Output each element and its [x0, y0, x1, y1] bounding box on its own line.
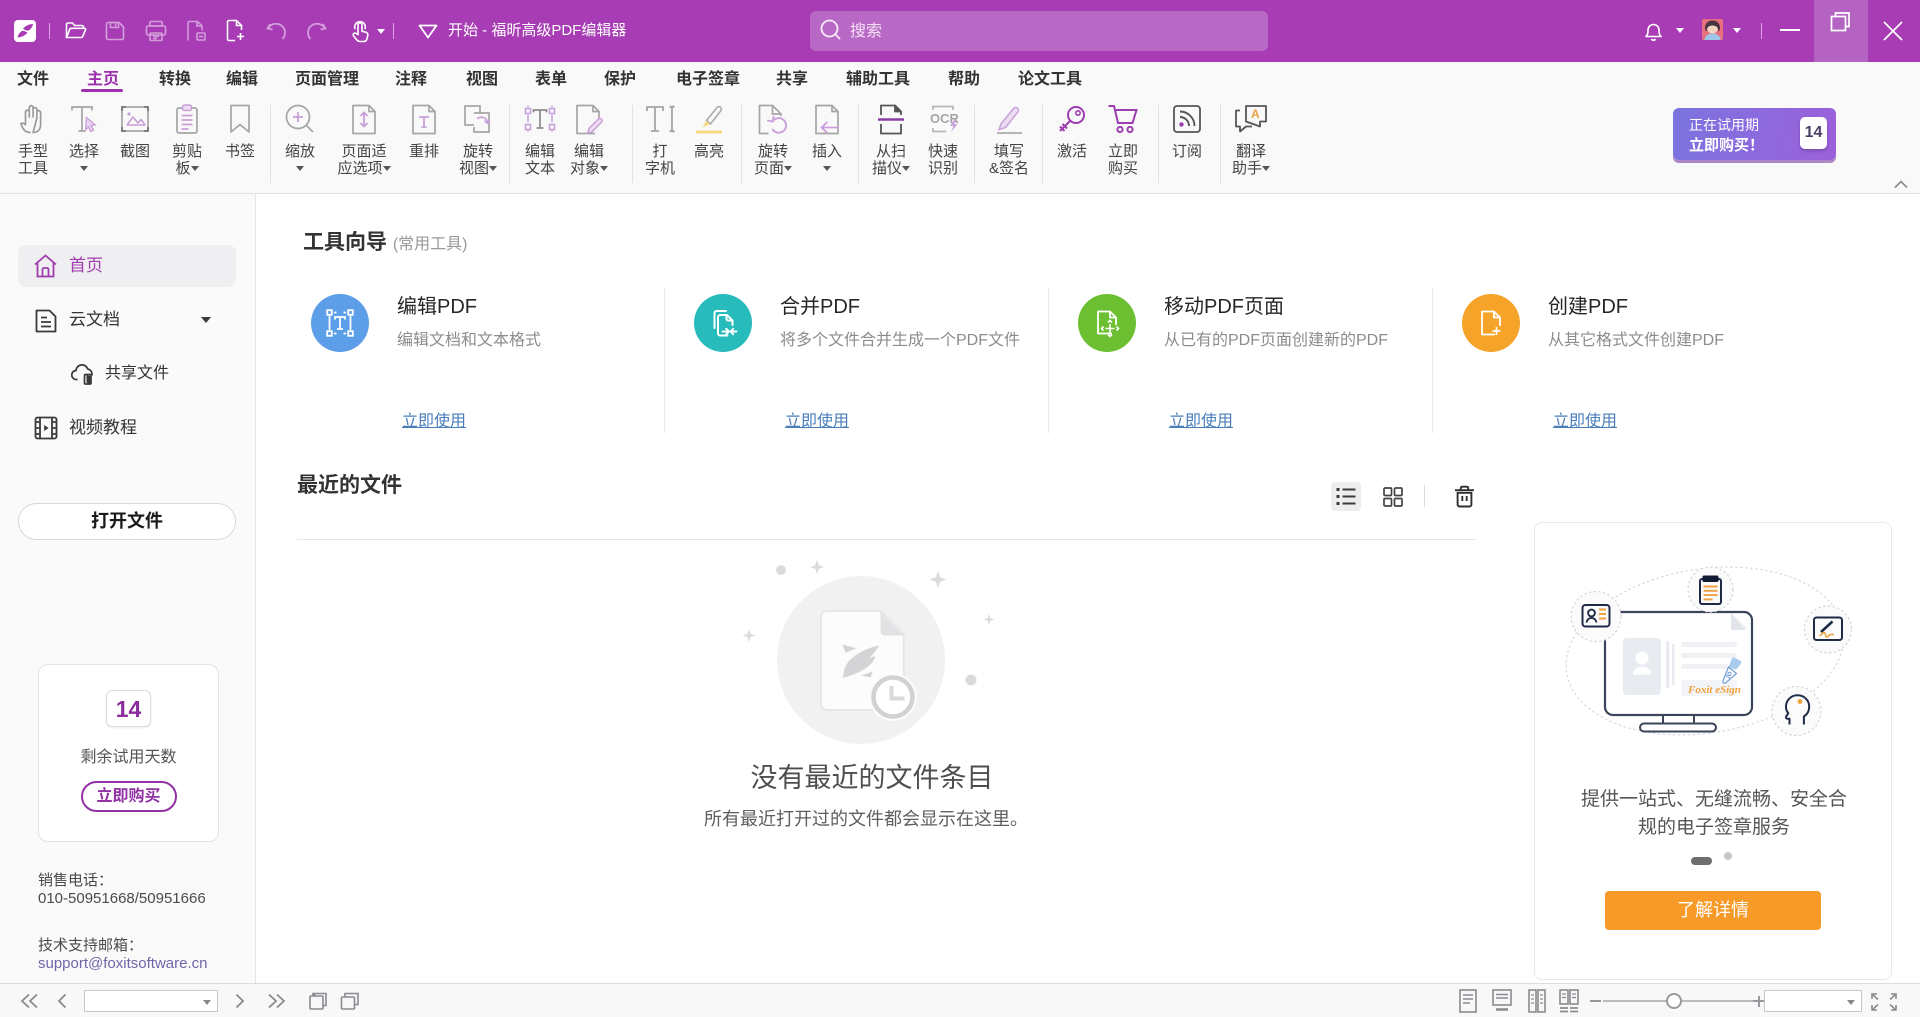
- svg-text:Foxit eSign: Foxit eSign: [1687, 684, 1741, 696]
- svg-text:A: A: [1251, 107, 1260, 121]
- svg-text:OCR: OCR: [930, 111, 959, 126]
